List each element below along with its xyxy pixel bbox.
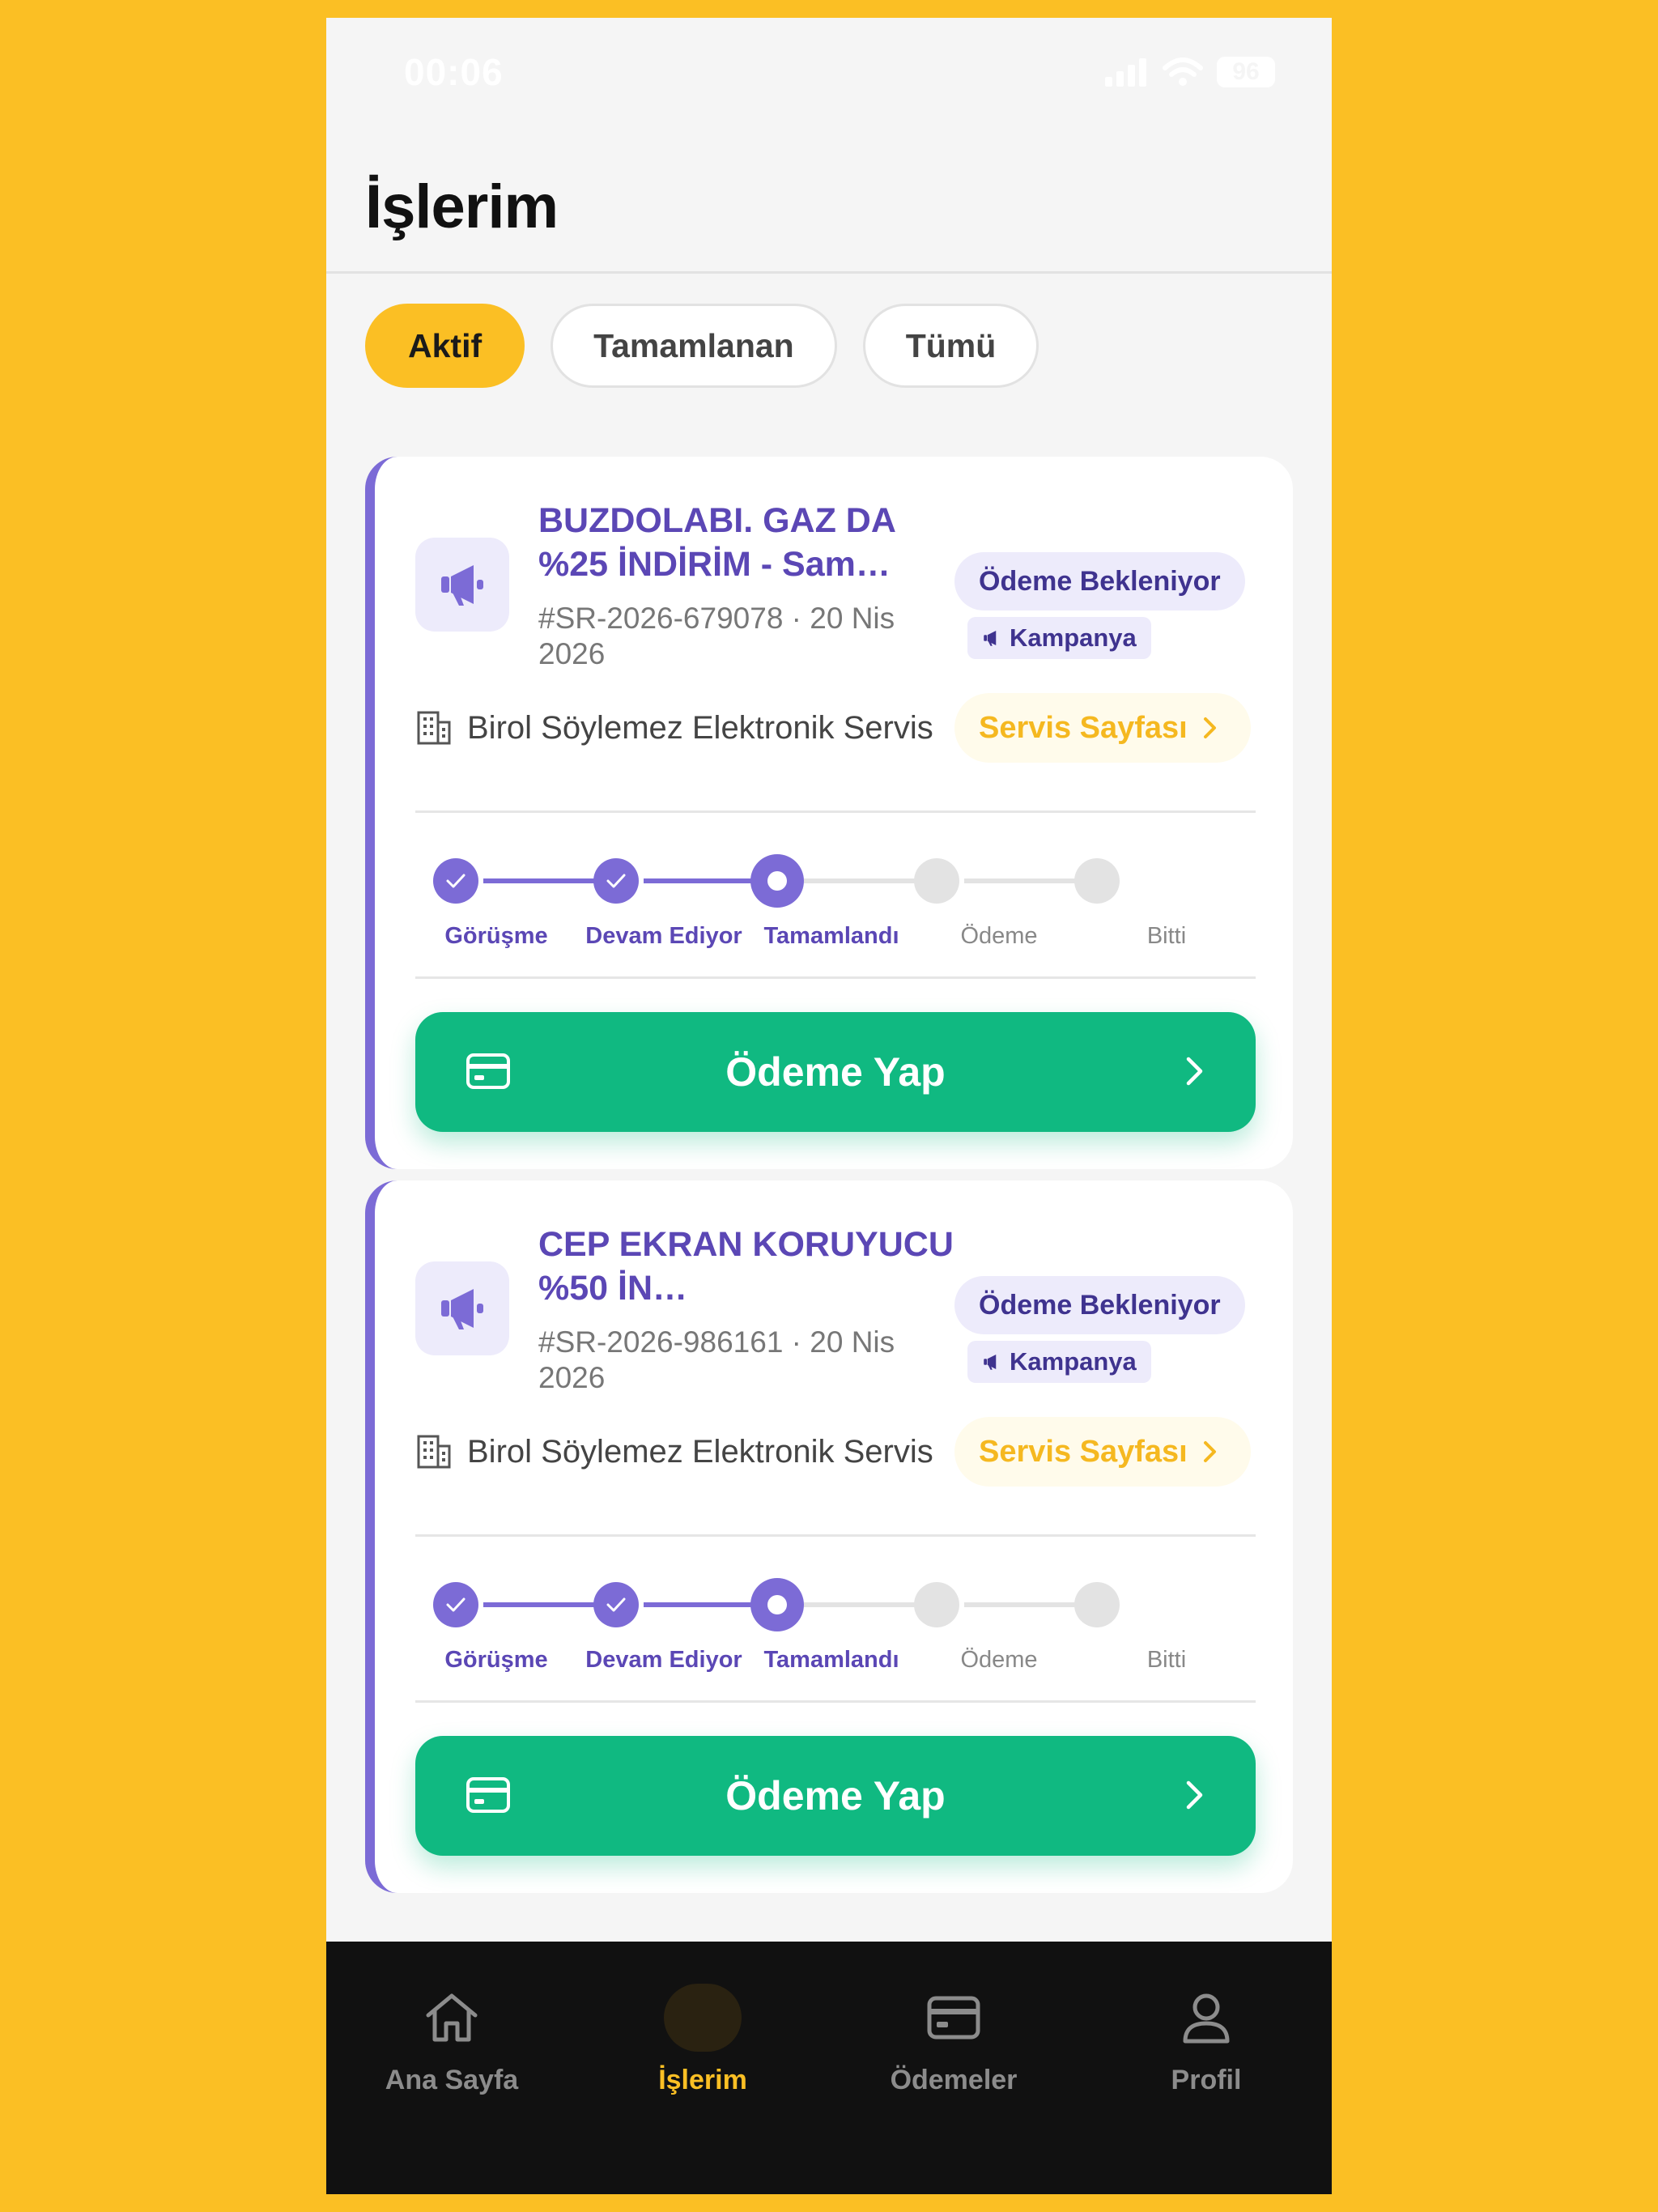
step-check-icon (433, 858, 478, 904)
job-title: CEP EKRAN KORUYUCU %50 İN… (538, 1225, 954, 1308)
user-icon (1167, 1984, 1245, 2052)
step-label: Tamamlandı (763, 1647, 899, 1673)
job-meta: #SR-2026-679078 · 20 Nis 2026 (538, 602, 895, 670)
megaphone-small-icon (984, 631, 997, 646)
step-pending-dot (914, 858, 959, 904)
step-pending-dot (914, 1582, 959, 1627)
phone-screen: 00:06 96 İşlerim Aktif Tamamlanan Tümü B… (326, 18, 1332, 2194)
card-divider (415, 976, 1256, 979)
step-check-icon (593, 858, 639, 904)
step-connector (964, 878, 1081, 883)
job-icon-box (415, 1261, 509, 1355)
tab-label: Ödemeler (890, 2065, 1018, 2095)
megaphone-icon (441, 565, 483, 606)
tab-label: İşlerim (658, 2065, 747, 2095)
service-row: Birol Söylemez Elektronik Servis (415, 1419, 933, 1484)
campaign-label: Kampanya (1010, 1347, 1137, 1376)
home-icon (413, 1984, 491, 2052)
step-connector (804, 878, 920, 883)
job-card[interactable]: BUZDOLABI. GAZ DA %25 İNDİRİM - Sam… #SR… (365, 457, 1293, 1169)
pay-button[interactable]: Ödeme Yap (415, 1736, 1256, 1856)
status-time: 00:06 (404, 51, 504, 93)
service-name: Birol Söylemez Elektronik Servis (467, 1433, 933, 1470)
step-label: Tamamlandı (763, 923, 899, 949)
step-label: Devam Ediyor (585, 923, 742, 949)
wifi-icon (1163, 57, 1203, 86)
status-badge: Ödeme Bekleniyor (954, 552, 1245, 610)
step-check-icon (593, 1582, 639, 1627)
service-link-label: Servis Sayfası (979, 1434, 1188, 1469)
tab-payments[interactable]: Ödemeler (828, 1942, 1079, 2104)
status-bar: 00:06 96 (326, 18, 1332, 131)
battery-icon: 96 (1217, 57, 1275, 87)
filter-tabs: Aktif Tamamlanan Tümü (365, 304, 1039, 388)
step-connector (483, 1602, 600, 1607)
service-page-link[interactable]: Servis Sayfası (954, 1417, 1251, 1487)
campaign-badge: Kampanya (967, 617, 1151, 659)
step-label: Görüşme (444, 923, 548, 949)
step-label: Ödeme (960, 923, 1038, 949)
megaphone-icon (441, 1289, 483, 1329)
progress-stepper: Görüşme Devam Ediyor Tamamlandı Ödeme Bi… (415, 1553, 1256, 1691)
step-label: Ödeme (960, 1647, 1038, 1673)
card-divider (415, 1700, 1256, 1703)
tab-home[interactable]: Ana Sayfa (326, 1942, 577, 2104)
step-current-dot (750, 1578, 804, 1631)
campaign-label: Kampanya (1010, 623, 1137, 652)
filter-chip-all[interactable]: Tümü (862, 304, 1039, 388)
tab-label: Ana Sayfa (385, 2065, 519, 2095)
job-title: BUZDOLABI. GAZ DA %25 İNDİRİM - Sam… (538, 501, 895, 584)
step-connector (964, 1602, 1081, 1607)
status-badge: Ödeme Bekleniyor (954, 1276, 1245, 1334)
step-connector (644, 878, 760, 883)
progress-stepper: Görüşme Devam Ediyor Tamamlandı Ödeme Bi… (415, 829, 1256, 967)
step-label: Bitti (1146, 1647, 1187, 1673)
step-pending-dot (1074, 858, 1120, 904)
card-divider (415, 1534, 1256, 1537)
pay-button-label: Ödeme Yap (725, 1773, 946, 1819)
building-icon (417, 711, 451, 745)
title-divider (326, 271, 1332, 274)
step-connector (644, 1602, 760, 1607)
chevron-right-icon (1203, 1441, 1216, 1462)
filter-chip-active[interactable]: Aktif (365, 304, 525, 388)
tab-profile[interactable]: Profil (1081, 1942, 1332, 2104)
pay-button-label: Ödeme Yap (725, 1049, 946, 1095)
building-icon (417, 1435, 451, 1469)
pay-button[interactable]: Ödeme Yap (415, 1012, 1256, 1132)
service-link-label: Servis Sayfası (979, 710, 1188, 745)
step-current-dot (750, 854, 804, 908)
service-row: Birol Söylemez Elektronik Servis (415, 696, 933, 760)
chevron-right-icon (1186, 1780, 1203, 1810)
page-title: İşlerim (365, 172, 559, 241)
bottom-tab-bar: Ana Sayfa İşlerim Ödemeler Profil (326, 1942, 1332, 2194)
step-label: Bitti (1146, 923, 1187, 949)
step-label: Devam Ediyor (585, 1647, 742, 1673)
job-card[interactable]: CEP EKRAN KORUYUCU %50 İN… #SR-2026-9861… (365, 1180, 1293, 1893)
chevron-right-icon (1203, 717, 1216, 738)
megaphone-small-icon (984, 1355, 997, 1370)
step-label: Görüşme (444, 1647, 548, 1673)
job-icon-box (415, 538, 509, 632)
tab-label: Profil (1171, 2065, 1242, 2095)
filter-chip-completed[interactable]: Tamamlanan (551, 304, 837, 388)
service-page-link[interactable]: Servis Sayfası (954, 693, 1251, 763)
briefcase-icon (664, 1984, 742, 2052)
cellular-signal-icon (1105, 58, 1146, 87)
chevron-right-icon (1186, 1057, 1203, 1086)
step-check-icon (433, 1582, 478, 1627)
card-divider (415, 810, 1256, 813)
step-connector (483, 878, 600, 883)
step-connector (804, 1602, 920, 1607)
tab-my-jobs[interactable]: İşlerim (577, 1942, 828, 2104)
campaign-badge: Kampanya (967, 1341, 1151, 1383)
step-pending-dot (1074, 1582, 1120, 1627)
service-name: Birol Söylemez Elektronik Servis (467, 709, 933, 746)
credit-card-icon (915, 1984, 993, 2052)
job-meta: #SR-2026-986161 · 20 Nis 2026 (538, 1325, 895, 1394)
status-icons: 96 (1105, 57, 1275, 87)
